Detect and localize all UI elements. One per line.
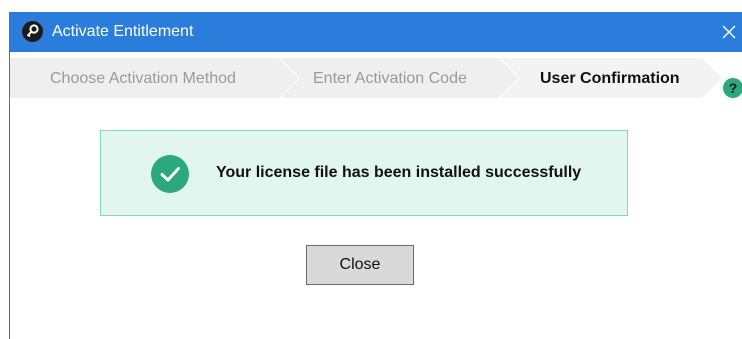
key-icon — [22, 21, 43, 42]
window-title: Activate Entitlement — [52, 23, 194, 40]
help-icon[interactable]: ? — [723, 78, 742, 98]
step-enter-activation-code: Enter Activation Code — [280, 58, 520, 98]
close-icon[interactable] — [717, 20, 741, 44]
success-text: Your license file has been installed suc… — [216, 164, 582, 181]
svg-text:?: ? — [729, 80, 738, 96]
step-label: Enter Activation Code — [313, 70, 467, 87]
activate-entitlement-dialog: Activate Entitlement Choose Activation M… — [9, 12, 742, 339]
wizard-step-bar: Choose Activation Method Enter Activatio… — [10, 52, 742, 98]
step-label: User Confirmation — [540, 70, 680, 87]
step-user-confirmation: User Confirmation — [500, 58, 722, 98]
title-bar: Activate Entitlement — [10, 12, 742, 52]
check-circle-icon — [151, 155, 189, 193]
success-message: Your license file has been installed suc… — [100, 130, 628, 216]
close-button[interactable]: Close — [306, 245, 414, 285]
step-choose-activation-method: Choose Activation Method — [10, 58, 300, 98]
step-label: Choose Activation Method — [50, 70, 236, 87]
